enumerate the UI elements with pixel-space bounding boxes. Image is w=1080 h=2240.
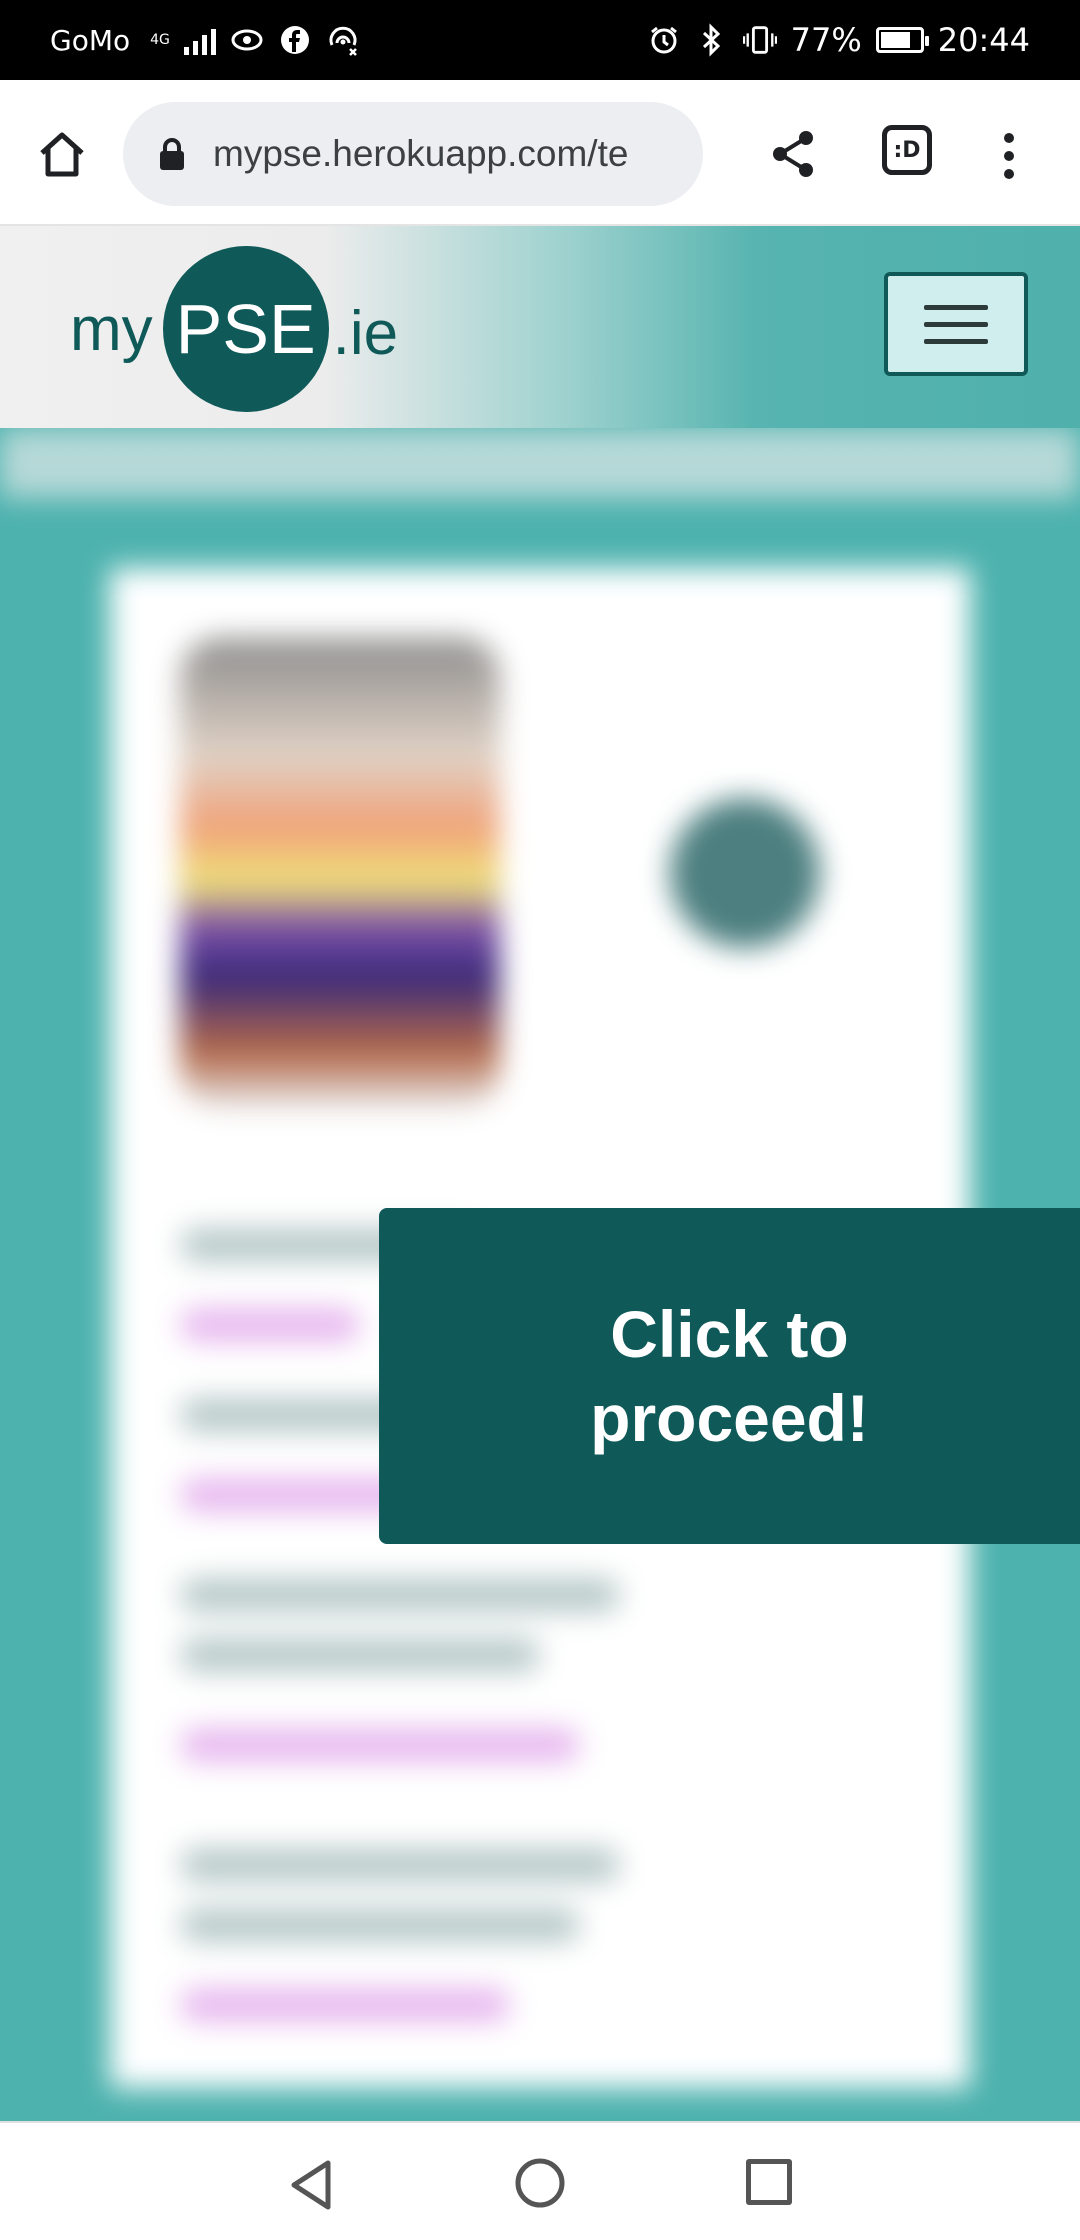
battery-level-fill bbox=[880, 32, 910, 48]
blurred-circle bbox=[670, 798, 820, 948]
system-nav-bar bbox=[0, 2121, 1080, 2240]
blurred-text-bar bbox=[180, 1578, 620, 1612]
alarm-icon bbox=[647, 23, 681, 57]
logo-main: PSE bbox=[175, 290, 316, 368]
recent-apps-icon[interactable] bbox=[746, 2159, 792, 2205]
web-page: my PSE .ie Click to proceed! bbox=[0, 226, 1080, 2121]
proceed-label-line2: proceed! bbox=[590, 1381, 869, 1455]
blurred-photo bbox=[180, 638, 500, 1108]
clock: 20:44 bbox=[937, 21, 1030, 59]
hamburger-line bbox=[924, 338, 988, 344]
signal-icon bbox=[183, 25, 216, 55]
hamburger-line bbox=[924, 321, 988, 327]
carrier-name: GoMo bbox=[50, 23, 131, 57]
address-bar[interactable]: mypse.herokuapp.com/te bbox=[123, 102, 703, 206]
hotspot-icon bbox=[326, 23, 360, 57]
home-circle-icon[interactable] bbox=[514, 2157, 566, 2209]
blurred-text-bar bbox=[180, 1908, 580, 1942]
proceed-button[interactable]: Click to proceed! bbox=[379, 1208, 1080, 1544]
wave-border bbox=[0, 428, 1080, 498]
url-text: mypse.herokuapp.com/te bbox=[213, 133, 629, 174]
more-vert-icon[interactable] bbox=[994, 126, 1024, 186]
blurred-text-bar bbox=[180, 1848, 620, 1882]
blurred-text-bar bbox=[180, 1638, 540, 1672]
proceed-label-line1: Click to bbox=[610, 1297, 849, 1371]
logo-suffix: .ie bbox=[332, 298, 399, 368]
home-icon[interactable] bbox=[32, 125, 92, 185]
status-bar: GoMo 4G 77% 20:44 bbox=[0, 0, 1080, 80]
status-right: 77% 20:44 bbox=[647, 21, 1030, 59]
bluetooth-icon bbox=[695, 23, 729, 57]
back-icon[interactable] bbox=[286, 2157, 336, 2213]
blurred-link-bar bbox=[180, 1728, 580, 1762]
share-icon[interactable] bbox=[766, 126, 822, 182]
browser-toolbar: mypse.herokuapp.com/te :D bbox=[0, 80, 1080, 226]
vibrate-icon bbox=[742, 23, 777, 57]
facebook-icon bbox=[278, 23, 312, 57]
site-header: my PSE .ie bbox=[0, 226, 1080, 428]
blurred-link-bar bbox=[180, 1988, 510, 2022]
network-type: 4G bbox=[150, 32, 170, 48]
logo-circle: PSE bbox=[162, 246, 329, 412]
lock-icon bbox=[157, 136, 187, 172]
tab-switcher-icon[interactable]: :D bbox=[882, 125, 932, 175]
battery-icon bbox=[875, 27, 929, 53]
logo-prefix: my bbox=[70, 294, 153, 364]
hamburger-line bbox=[924, 304, 988, 310]
eye-icon bbox=[230, 23, 264, 57]
status-left: GoMo 4G bbox=[50, 23, 360, 57]
battery-percent: 77% bbox=[790, 21, 862, 59]
nav-toggle-button[interactable] bbox=[884, 272, 1028, 376]
site-logo[interactable]: my PSE .ie bbox=[70, 244, 398, 414]
blurred-link-bar bbox=[180, 1308, 360, 1342]
